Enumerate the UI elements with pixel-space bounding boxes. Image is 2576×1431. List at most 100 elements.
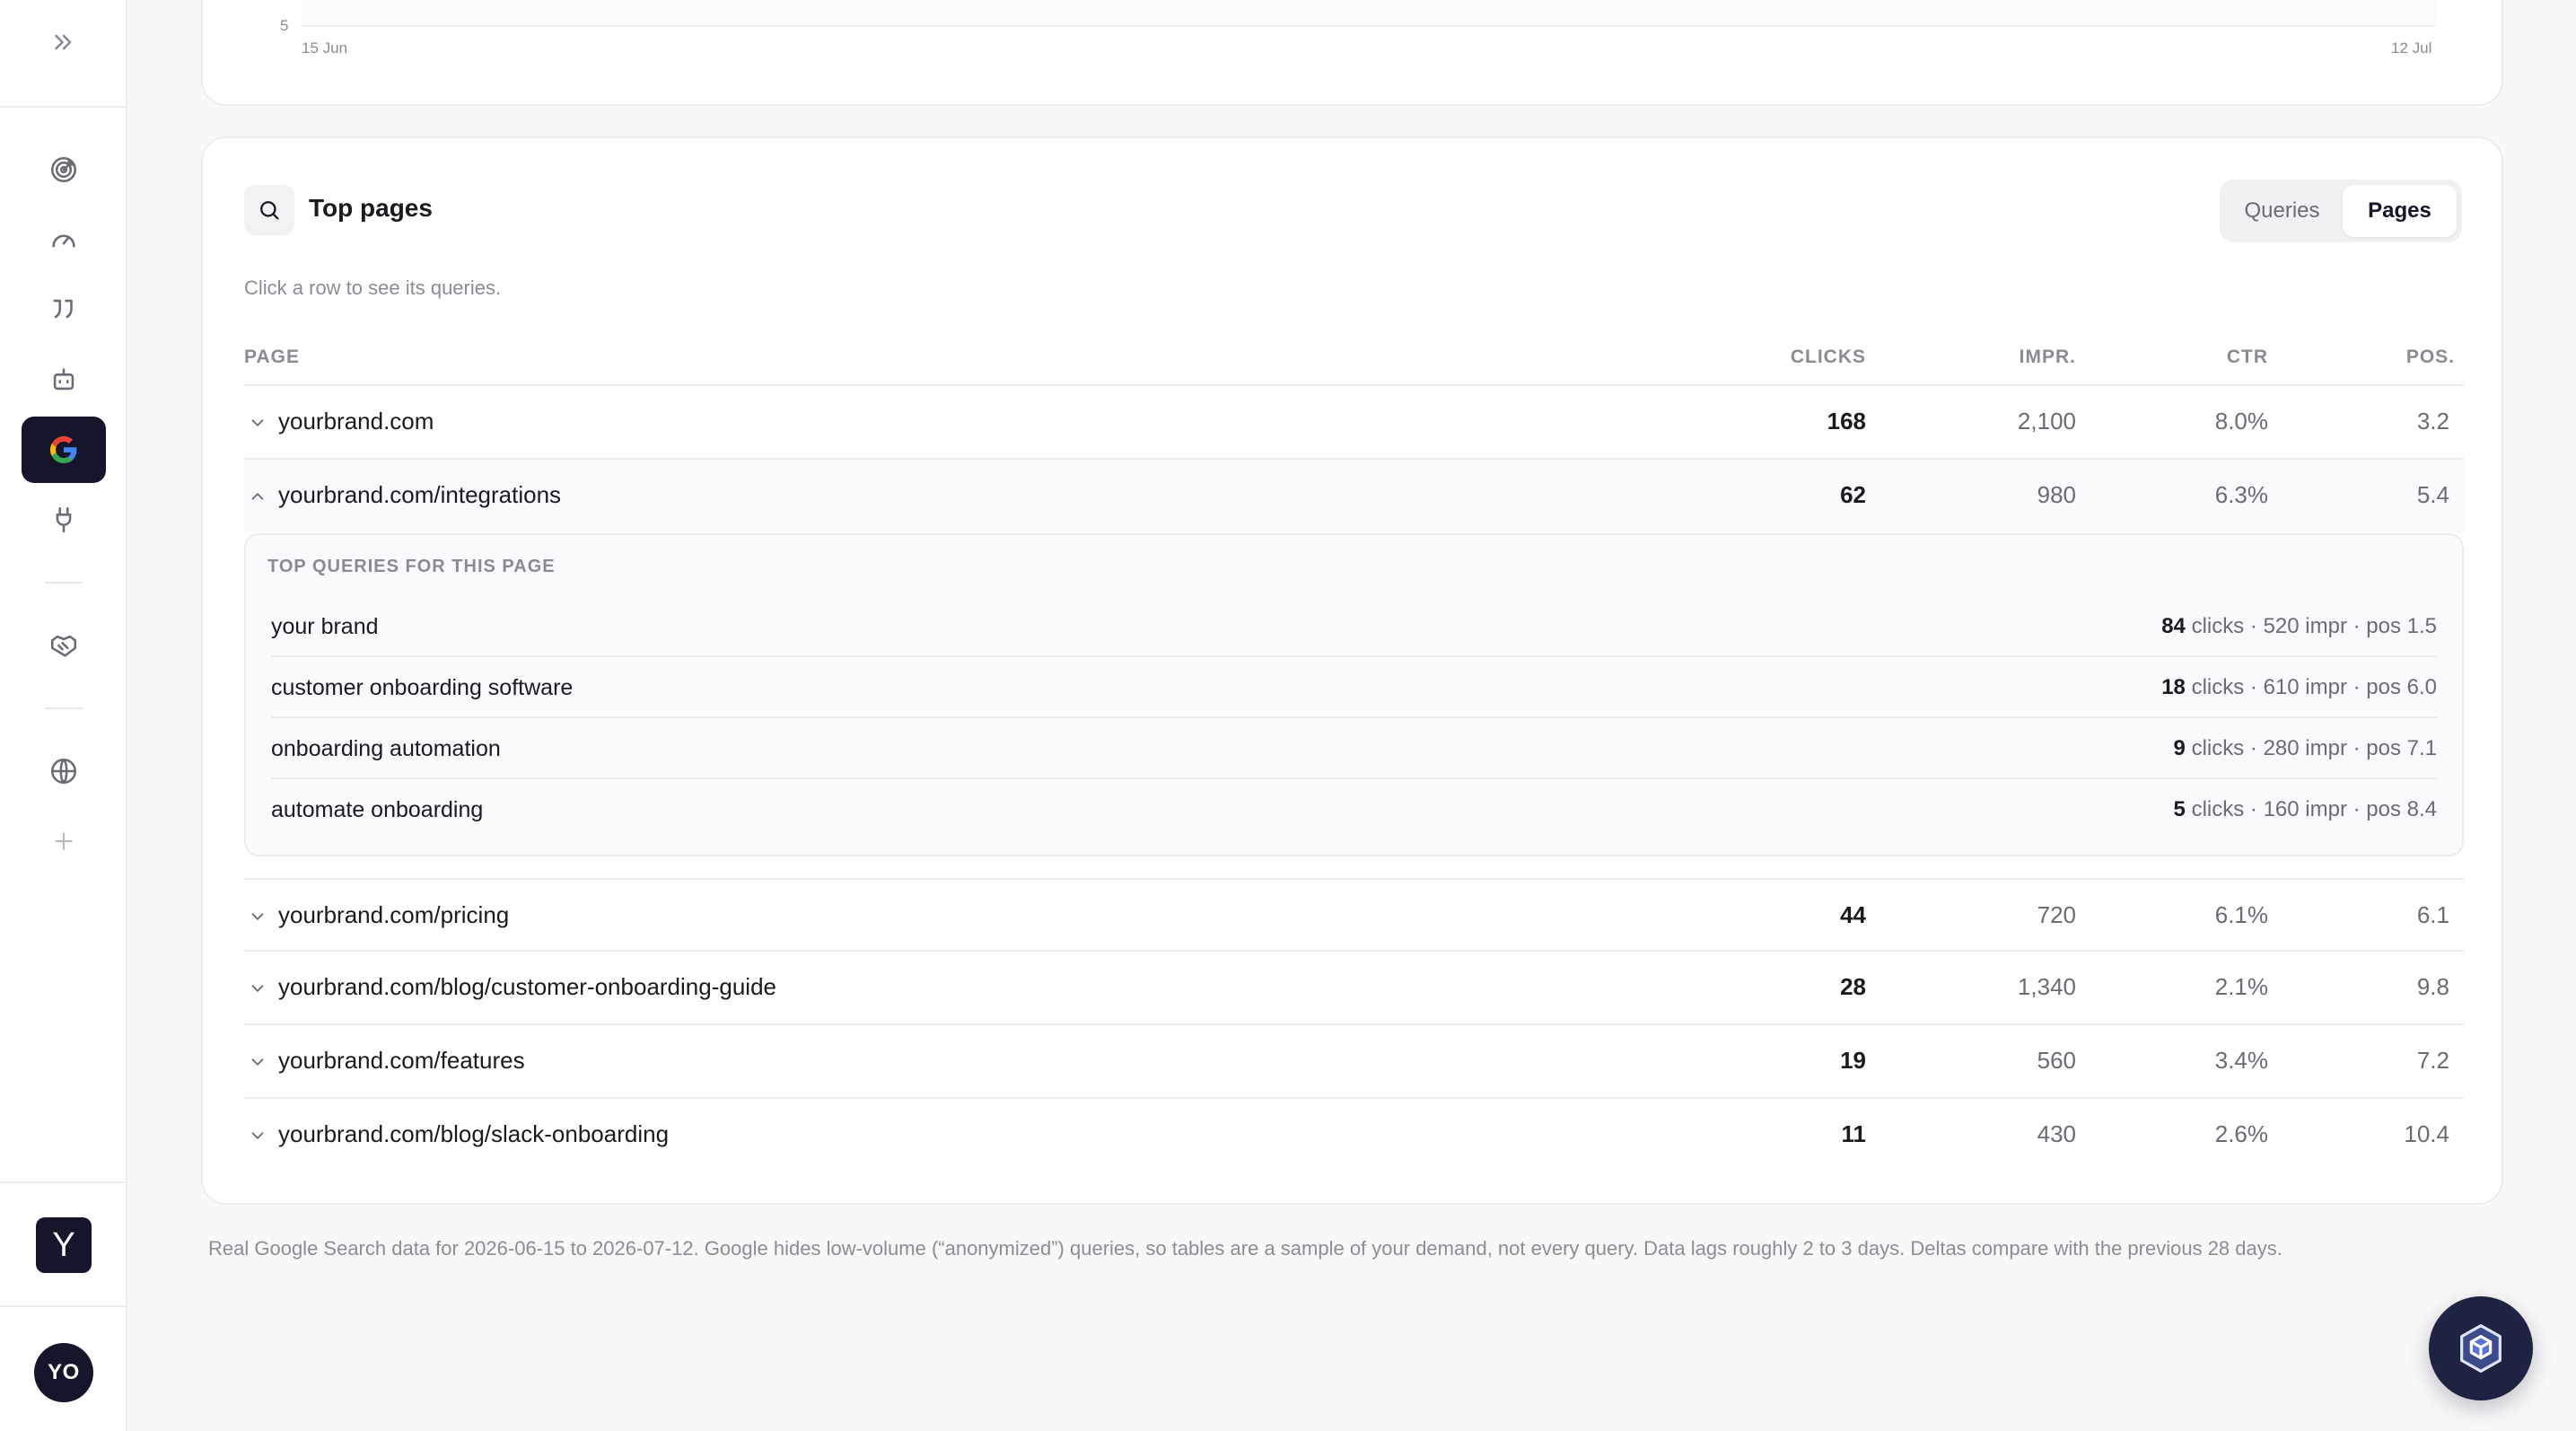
chevron-down-icon xyxy=(251,913,264,921)
clicks-value: 44 xyxy=(1840,901,1866,928)
clicks-value: 28 xyxy=(1840,973,1866,1000)
query-details: clicks · 160 impr · pos 8.4 xyxy=(2185,797,2437,821)
target-icon xyxy=(50,156,77,183)
data-footnote: Real Google Search data for 2026-06-15 t… xyxy=(208,1237,2282,1260)
table-row[interactable]: yourbrand.com/features 19 560 3.4% 7.2 xyxy=(244,1025,2464,1099)
sidebar-divider xyxy=(0,1305,127,1307)
page-url: yourbrand.com xyxy=(278,408,434,435)
query-details: clicks · 280 impr · pos 7.1 xyxy=(2185,736,2437,760)
chevron-down-icon xyxy=(251,1132,264,1140)
sidebar-item-partners[interactable] xyxy=(22,612,106,679)
page-url: yourbrand.com/pricing xyxy=(278,901,510,928)
impressions-value: 980 xyxy=(2037,481,2076,508)
query-text: customer onboarding software xyxy=(271,675,574,700)
position-value: 6.1 xyxy=(2416,901,2449,928)
query-details: clicks · 520 impr · pos 1.5 xyxy=(2185,614,2437,638)
sidebar: Y YO xyxy=(0,0,127,1431)
table-hint: Click a row to see its queries. xyxy=(244,277,502,299)
sidebar-item-website[interactable] xyxy=(22,738,106,804)
query-stats: 5 clicks · 160 impr · pos 8.4 xyxy=(2174,797,2437,822)
sidebar-divider xyxy=(0,1181,127,1183)
table-header: PAGE CLICKS IMPR. CTR POS. xyxy=(244,332,2464,386)
impressions-value: 560 xyxy=(2037,1047,2076,1074)
position-value: 5.4 xyxy=(2416,481,2449,508)
clicks-value: 11 xyxy=(1841,1120,1867,1147)
column-header-ctr[interactable]: CTR xyxy=(2227,347,2268,368)
page-url: yourbrand.com/blog/customer-onboarding-g… xyxy=(278,973,776,1000)
chevron-down-icon xyxy=(251,1058,264,1067)
query-stats: 9 clicks · 280 impr · pos 7.1 xyxy=(2174,736,2437,761)
chart-plot-area xyxy=(302,0,2436,27)
column-header-impr[interactable]: IMPR. xyxy=(2020,347,2076,368)
robot-icon xyxy=(53,368,74,391)
table-row-expanded[interactable]: yourbrand.com/integrations 62 980 6.3% 5… xyxy=(244,460,2464,533)
clicks-value: 168 xyxy=(1827,408,1866,435)
chevron-up-icon xyxy=(251,492,264,500)
query-stats: 84 clicks · 520 impr · pos 1.5 xyxy=(2161,614,2437,639)
ctr-value: 2.6% xyxy=(2214,1120,2268,1147)
card-title: Top pages xyxy=(309,194,433,222)
plug-icon xyxy=(56,506,72,533)
x-axis-tick-start: 15 Jun xyxy=(302,40,348,57)
user-avatar[interactable]: YO xyxy=(34,1343,93,1402)
sidebar-divider xyxy=(0,106,127,108)
page-url: yourbrand.com/integrations xyxy=(278,481,562,508)
plus-icon xyxy=(55,832,73,850)
sidebar-item-google-search[interactable] xyxy=(22,417,106,483)
cube-assistant-icon xyxy=(2460,1324,2502,1373)
sidebar-item-bots[interactable] xyxy=(22,347,106,413)
query-details: clicks · 610 impr · pos 6.0 xyxy=(2185,675,2437,699)
sidebar-item-target[interactable] xyxy=(22,136,106,203)
query-clicks: 9 xyxy=(2173,736,2186,760)
page-url: yourbrand.com/blog/slack-onboarding xyxy=(278,1120,670,1147)
column-header-page: PAGE xyxy=(244,347,300,367)
column-header-pos[interactable]: POS. xyxy=(2406,347,2455,368)
table-row[interactable]: yourbrand.com/blog/customer-onboarding-g… xyxy=(244,952,2464,1025)
assistant-button[interactable] xyxy=(2429,1296,2533,1400)
sidebar-divider xyxy=(45,582,83,584)
ctr-value: 6.1% xyxy=(2214,901,2268,928)
query-row: your brand 84 clicks · 520 impr · pos 1.… xyxy=(271,596,2437,657)
google-icon xyxy=(49,435,77,463)
quote-icon xyxy=(53,299,73,319)
sidebar-item-dashboard[interactable] xyxy=(22,206,106,273)
position-value: 3.2 xyxy=(2416,408,2449,435)
tab-pages[interactable]: Pages xyxy=(2343,185,2457,237)
workspace-logo[interactable]: Y xyxy=(36,1217,92,1273)
chevron-down-icon xyxy=(251,419,264,427)
ctr-value: 2.1% xyxy=(2214,973,2268,1000)
handshake-icon xyxy=(50,635,77,657)
impressions-value: 430 xyxy=(2037,1120,2076,1147)
impressions-value: 1,340 xyxy=(2017,973,2076,1000)
sidebar-add-button[interactable] xyxy=(22,808,106,874)
column-header-clicks[interactable]: CLICKS xyxy=(1791,347,1866,368)
query-clicks: 84 xyxy=(2161,614,2186,638)
globe-icon xyxy=(50,758,77,785)
sidebar-item-integrations[interactable] xyxy=(22,487,106,553)
ctr-value: 8.0% xyxy=(2214,408,2268,435)
x-axis-tick-end: 12 Jul xyxy=(2391,40,2432,57)
gauge-icon xyxy=(52,234,75,248)
expand-sidebar-button[interactable] xyxy=(22,9,106,75)
query-text: onboarding automation xyxy=(271,736,501,761)
position-value: 10.4 xyxy=(2404,1120,2449,1147)
sidebar-item-quotes[interactable] xyxy=(22,277,106,343)
table-row[interactable]: yourbrand.com/blog/slack-onboarding 11 4… xyxy=(244,1099,2464,1172)
query-clicks: 18 xyxy=(2161,675,2186,699)
query-text: automate onboarding xyxy=(271,797,484,822)
tab-queries[interactable]: Queries xyxy=(2225,185,2339,237)
clicks-value: 19 xyxy=(1840,1047,1866,1074)
ctr-value: 3.4% xyxy=(2214,1047,2268,1074)
panel-label: TOP QUERIES FOR THIS PAGE xyxy=(267,557,556,576)
query-text: your brand xyxy=(271,614,379,639)
search-icon xyxy=(244,185,294,235)
table-row[interactable]: yourbrand.com/pricing 44 720 6.1% 6.1 xyxy=(244,878,2464,952)
query-row: customer onboarding software 18 clicks ·… xyxy=(271,657,2437,718)
performance-chart-card: 5 15 Jun 12 Jul xyxy=(201,0,2503,106)
query-stats: 18 clicks · 610 impr · pos 6.0 xyxy=(2161,675,2437,700)
position-value: 9.8 xyxy=(2416,973,2449,1000)
table-row[interactable]: yourbrand.com 168 2,100 8.0% 3.2 xyxy=(244,386,2464,460)
query-clicks: 5 xyxy=(2173,797,2186,821)
query-row: automate onboarding 5 clicks · 160 impr … xyxy=(271,779,2437,840)
top-pages-card: Top pages Queries Pages Click a row to s… xyxy=(201,136,2503,1205)
